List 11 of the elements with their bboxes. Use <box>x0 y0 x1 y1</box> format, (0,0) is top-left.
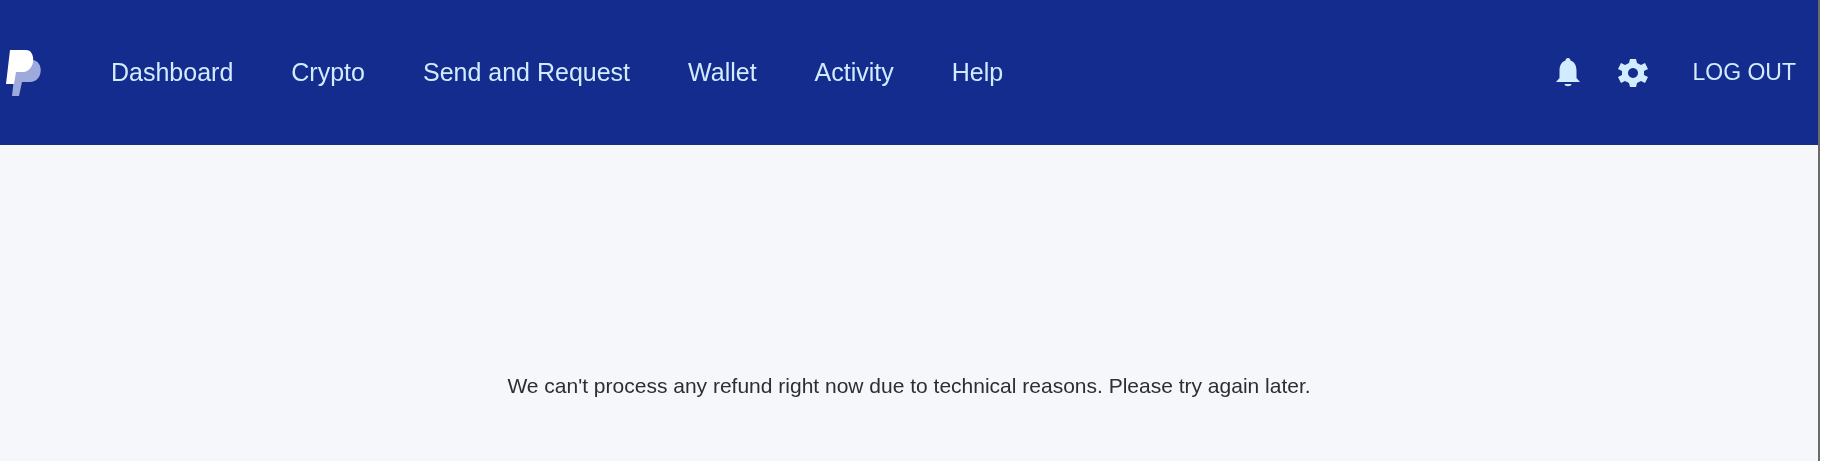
settings-icon[interactable] <box>1618 57 1649 88</box>
nav-link[interactable]: Wallet <box>688 53 757 92</box>
logout-button[interactable]: LOG OUT <box>1692 55 1796 90</box>
nav-link[interactable]: Dashboard <box>111 53 234 92</box>
nav-link[interactable]: Send and Request <box>422 53 631 92</box>
nav-link[interactable]: Activity <box>814 53 894 92</box>
error-message: We can't process any refund right now due to technical reasons. Please try again later. <box>507 373 1311 399</box>
nav-link[interactable]: Crypto <box>291 53 365 92</box>
logo-icon[interactable] <box>6 49 44 96</box>
notification-bell-icon[interactable] <box>1554 56 1583 89</box>
nav-link[interactable]: Help <box>951 53 1004 92</box>
